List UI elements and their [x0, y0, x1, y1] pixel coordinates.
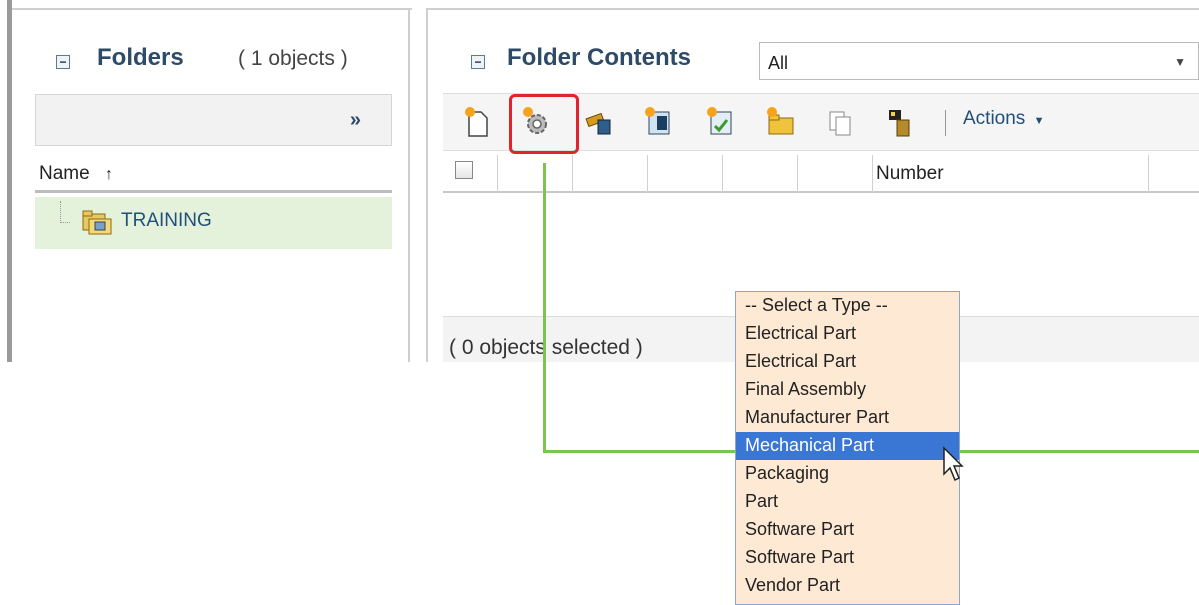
paste-icon[interactable]	[883, 106, 913, 138]
contents-collapse-icon[interactable]: −	[471, 55, 485, 69]
toolbar-separator	[945, 110, 946, 136]
column-separator	[497, 155, 498, 193]
contents-panel-top-border	[426, 8, 1199, 10]
column-separator	[647, 155, 648, 193]
folders-panel-right-border	[408, 8, 410, 362]
callout-line-left	[543, 450, 735, 453]
table-icon[interactable]	[643, 106, 673, 138]
folder-row-training[interactable]: TRAINING	[35, 197, 392, 249]
contents-title: Folder Contents	[507, 44, 691, 71]
name-column-header[interactable]: Name ↑	[35, 155, 392, 193]
column-separator	[572, 155, 573, 193]
mouse-cursor-icon	[943, 446, 964, 482]
type-dropdown-list[interactable]: -- Select a Type -- Electrical Part Elec…	[735, 291, 960, 605]
highlight-box	[509, 94, 579, 154]
type-option[interactable]: Vendor Part	[736, 572, 959, 600]
column-separator	[1148, 155, 1149, 193]
folder-icon	[82, 210, 112, 235]
type-option[interactable]: -- Select a Type --	[736, 292, 959, 320]
number-column-header[interactable]: Number	[876, 163, 944, 185]
actions-label: Actions	[963, 108, 1026, 129]
folders-toolbar: »	[35, 94, 392, 146]
new-document-icon[interactable]	[463, 106, 493, 138]
double-chevron-right-icon[interactable]: »	[350, 109, 361, 132]
folders-count: ( 1 objects )	[238, 47, 348, 70]
folder-label: TRAINING	[121, 210, 212, 231]
type-option[interactable]: Final Assembly	[736, 376, 959, 404]
name-column-label: Name	[39, 163, 90, 184]
left-panel-border	[7, 0, 12, 362]
arrow-up-icon: ↑	[104, 166, 113, 183]
copy-icon[interactable]	[825, 106, 855, 138]
type-option[interactable]: Part	[736, 488, 959, 516]
type-option[interactable]: Manufacturer Part	[736, 404, 959, 432]
column-separator	[797, 155, 798, 193]
select-all-checkbox[interactable]	[455, 161, 473, 179]
folders-collapse-icon[interactable]: −	[56, 55, 70, 69]
view-select-value: All	[768, 53, 789, 73]
view-select[interactable]: All ▼	[759, 42, 1199, 80]
tree-connector	[60, 201, 70, 223]
type-option[interactable]: Software Part	[736, 516, 959, 544]
type-option-selected[interactable]: Mechanical Part	[736, 432, 959, 460]
folders-panel-top-border	[12, 8, 412, 10]
actions-menu-button[interactable]: Actions ▼	[963, 108, 1044, 130]
contents-panel-left-border	[426, 8, 428, 362]
new-folder-icon[interactable]	[765, 106, 795, 138]
callout-line-right	[960, 450, 1199, 453]
caret-down-icon: ▼	[1174, 55, 1186, 69]
wrench-icon[interactable]	[583, 106, 613, 138]
column-separator	[722, 155, 723, 193]
folders-title: Folders	[97, 44, 184, 71]
type-option[interactable]: Software Part	[736, 544, 959, 572]
column-separator	[872, 155, 873, 193]
type-option[interactable]: Electrical Part	[736, 348, 959, 376]
callout-line-vertical	[543, 163, 546, 453]
type-option[interactable]: Electrical Part	[736, 320, 959, 348]
checklist-icon[interactable]	[705, 106, 735, 138]
grid-header: Number	[443, 155, 1199, 193]
caret-down-icon: ▼	[1033, 115, 1045, 127]
type-option[interactable]: Packaging	[736, 460, 959, 488]
